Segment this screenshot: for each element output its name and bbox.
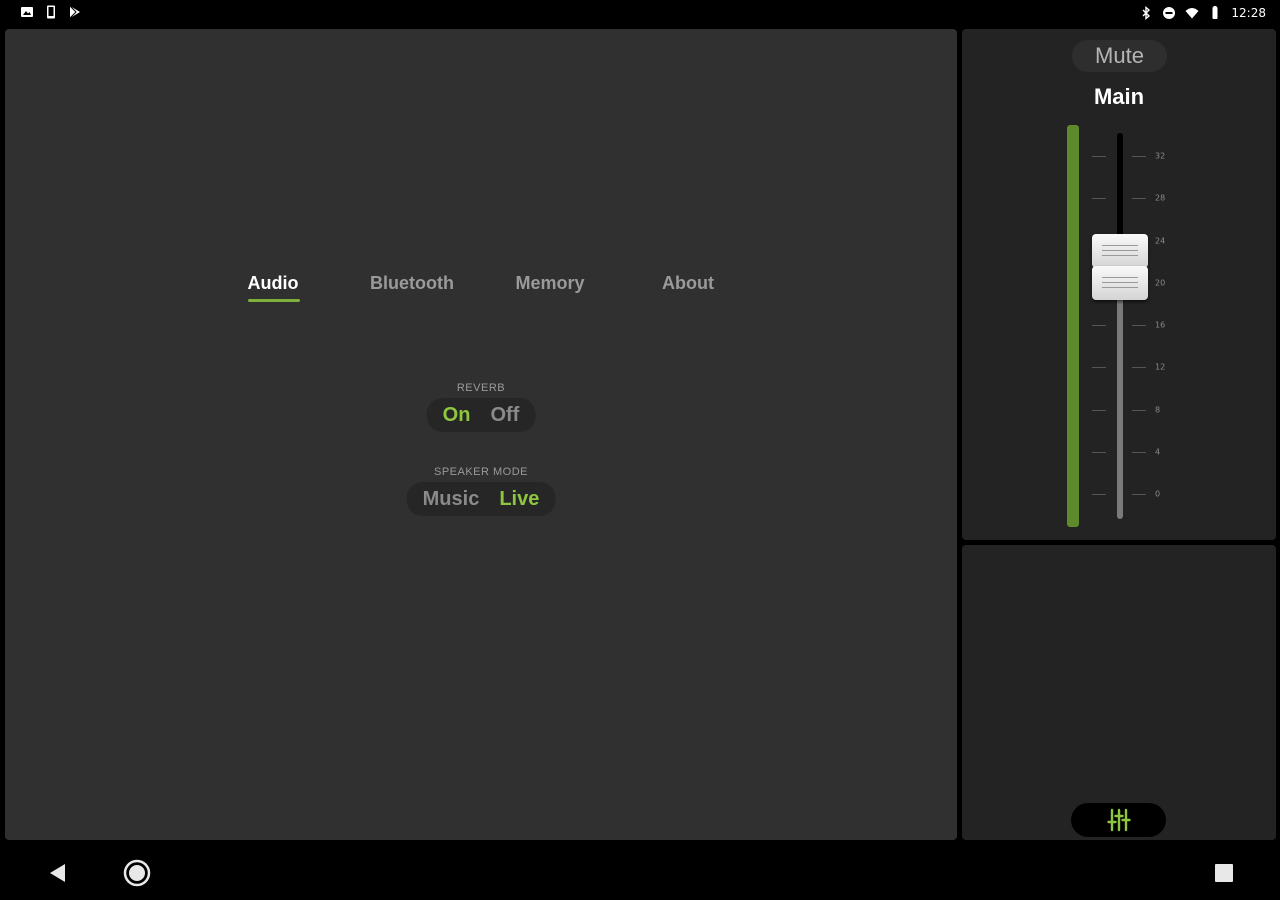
tab-audio[interactable]: Audio [248,273,299,294]
fader-track-lower [1117,282,1123,519]
battery-icon [1212,6,1218,19]
settings-panel: Audio Bluetooth Memory About REVERB On O… [5,29,957,840]
reverb-label: REVERB [456,382,506,394]
tab-bluetooth[interactable]: Bluetooth [370,273,454,294]
scale-label: 28 [1155,193,1166,203]
scale-tick [1132,409,1146,411]
reverb-off-option[interactable]: Off [480,398,529,432]
scale-tick [1092,367,1106,369]
bluetooth-icon [1142,6,1151,20]
scale-tick [1092,325,1106,326]
tab-bar: Audio Bluetooth Memory About [5,273,957,313]
wifi-icon [1185,8,1199,19]
active-tab-indicator [248,299,300,302]
scale-label: 20 [1155,278,1166,288]
aux-panel [962,545,1276,840]
scale-tick [1132,156,1146,157]
speaker-mode-live-option[interactable]: Live [489,482,549,516]
scale-tick [1092,198,1106,200]
status-bar: 12:28 [0,0,1280,28]
scale-tick [1092,451,1106,453]
sliders-icon [1106,808,1131,832]
scale-tick [1132,367,1146,369]
home-icon[interactable] [122,858,152,888]
scale-tick [1132,198,1146,200]
channel-name: Main [1093,84,1145,109]
clock: 12:28 [1231,6,1266,20]
scale-tick [1092,156,1106,157]
scale-label: 16 [1155,320,1166,330]
scale-tick [1132,325,1146,326]
speaker-mode-toggle: Music Live [406,482,556,516]
tab-memory[interactable]: Memory [515,273,584,294]
back-icon[interactable] [46,862,68,884]
fader-handle-lower[interactable] [1092,265,1148,300]
image-notification-icon [21,7,33,17]
scale-label: 32 [1155,151,1166,161]
reverb-on-option[interactable]: On [433,398,481,432]
level-meter [1067,125,1079,527]
recents-icon[interactable] [1214,863,1234,883]
scale-label: 8 [1155,405,1161,414]
scale-label: 4 [1155,447,1161,457]
fader-handle-upper[interactable] [1092,234,1148,269]
mixer-panel: Mute Main 32 28 24 20 16 12 8 4 0 [962,29,1276,540]
scale-tick [1132,494,1146,495]
reverb-toggle: On Off [426,398,536,432]
do-not-disturb-icon [1163,7,1176,19]
speaker-mode-setting: SPEAKER MODE Music Live [406,466,556,516]
level-meter-fill [1067,125,1079,527]
scale-tick [1132,451,1146,453]
navigation-bar [0,845,1280,900]
phone-notification-icon [47,5,55,19]
mixer-settings-button[interactable] [1071,803,1166,837]
play-store-notification-icon [69,5,80,19]
scale-label: 0 [1155,489,1161,499]
speaker-mode-label: SPEAKER MODE [433,466,529,478]
tab-about[interactable]: About [662,273,714,294]
scale-tick [1092,409,1106,411]
scale-label: 24 [1155,236,1166,245]
scale-label: 12 [1155,362,1166,372]
speaker-mode-music-option[interactable]: Music [413,482,490,516]
reverb-setting: REVERB On Off [426,382,536,432]
mute-button[interactable]: Mute [1072,40,1167,72]
scale-tick [1092,494,1106,495]
